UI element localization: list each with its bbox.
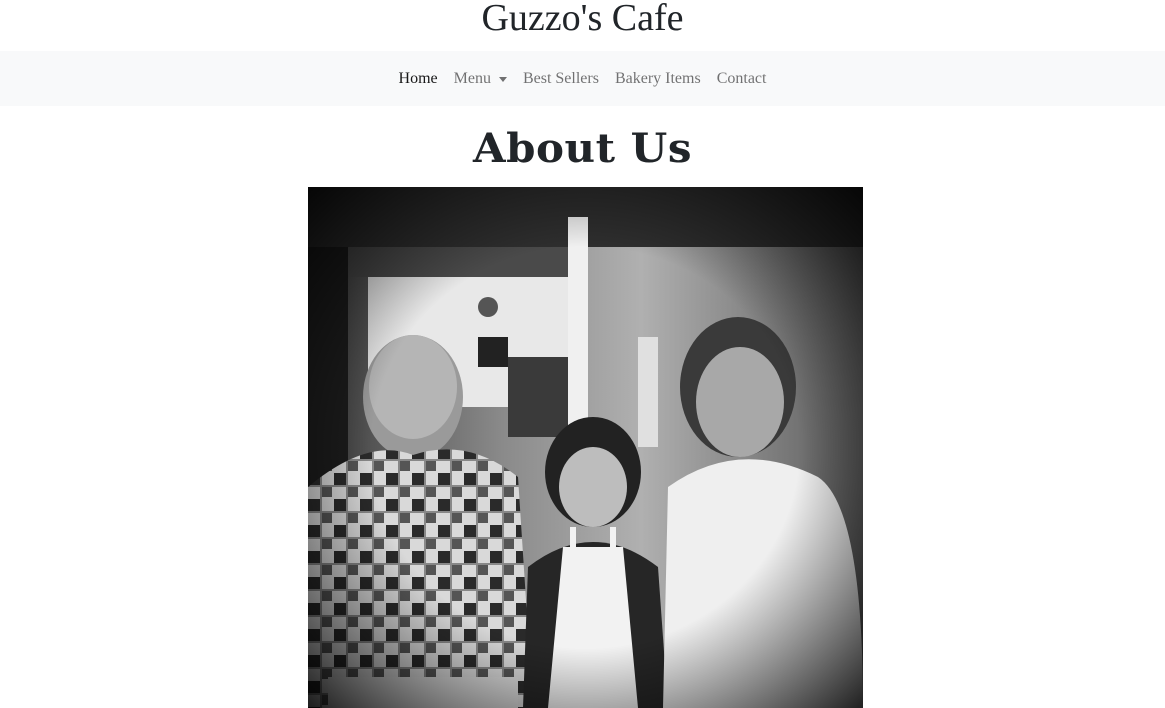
main-content: About Us	[0, 125, 1165, 708]
nav-item-contact[interactable]: Contact	[709, 67, 775, 91]
nav-item-home[interactable]: Home	[391, 67, 446, 91]
site-header: Guzzo's Cafe	[0, 0, 1165, 51]
nav-item-best-sellers[interactable]: Best Sellers	[515, 67, 607, 91]
chevron-down-icon	[498, 77, 507, 82]
nav-item-menu[interactable]: Menu	[446, 67, 515, 91]
main-navbar: Home Menu Best Sellers Bakery Items Cont…	[0, 51, 1165, 106]
photo-of-three-bakers-icon	[308, 187, 863, 708]
about-us-heading: About Us	[472, 125, 692, 172]
about-photo	[308, 187, 863, 708]
nav-item-menu-label: Menu	[453, 69, 491, 87]
nav-item-bakery-items[interactable]: Bakery Items	[607, 67, 709, 91]
site-title: Guzzo's Cafe	[481, 0, 684, 39]
